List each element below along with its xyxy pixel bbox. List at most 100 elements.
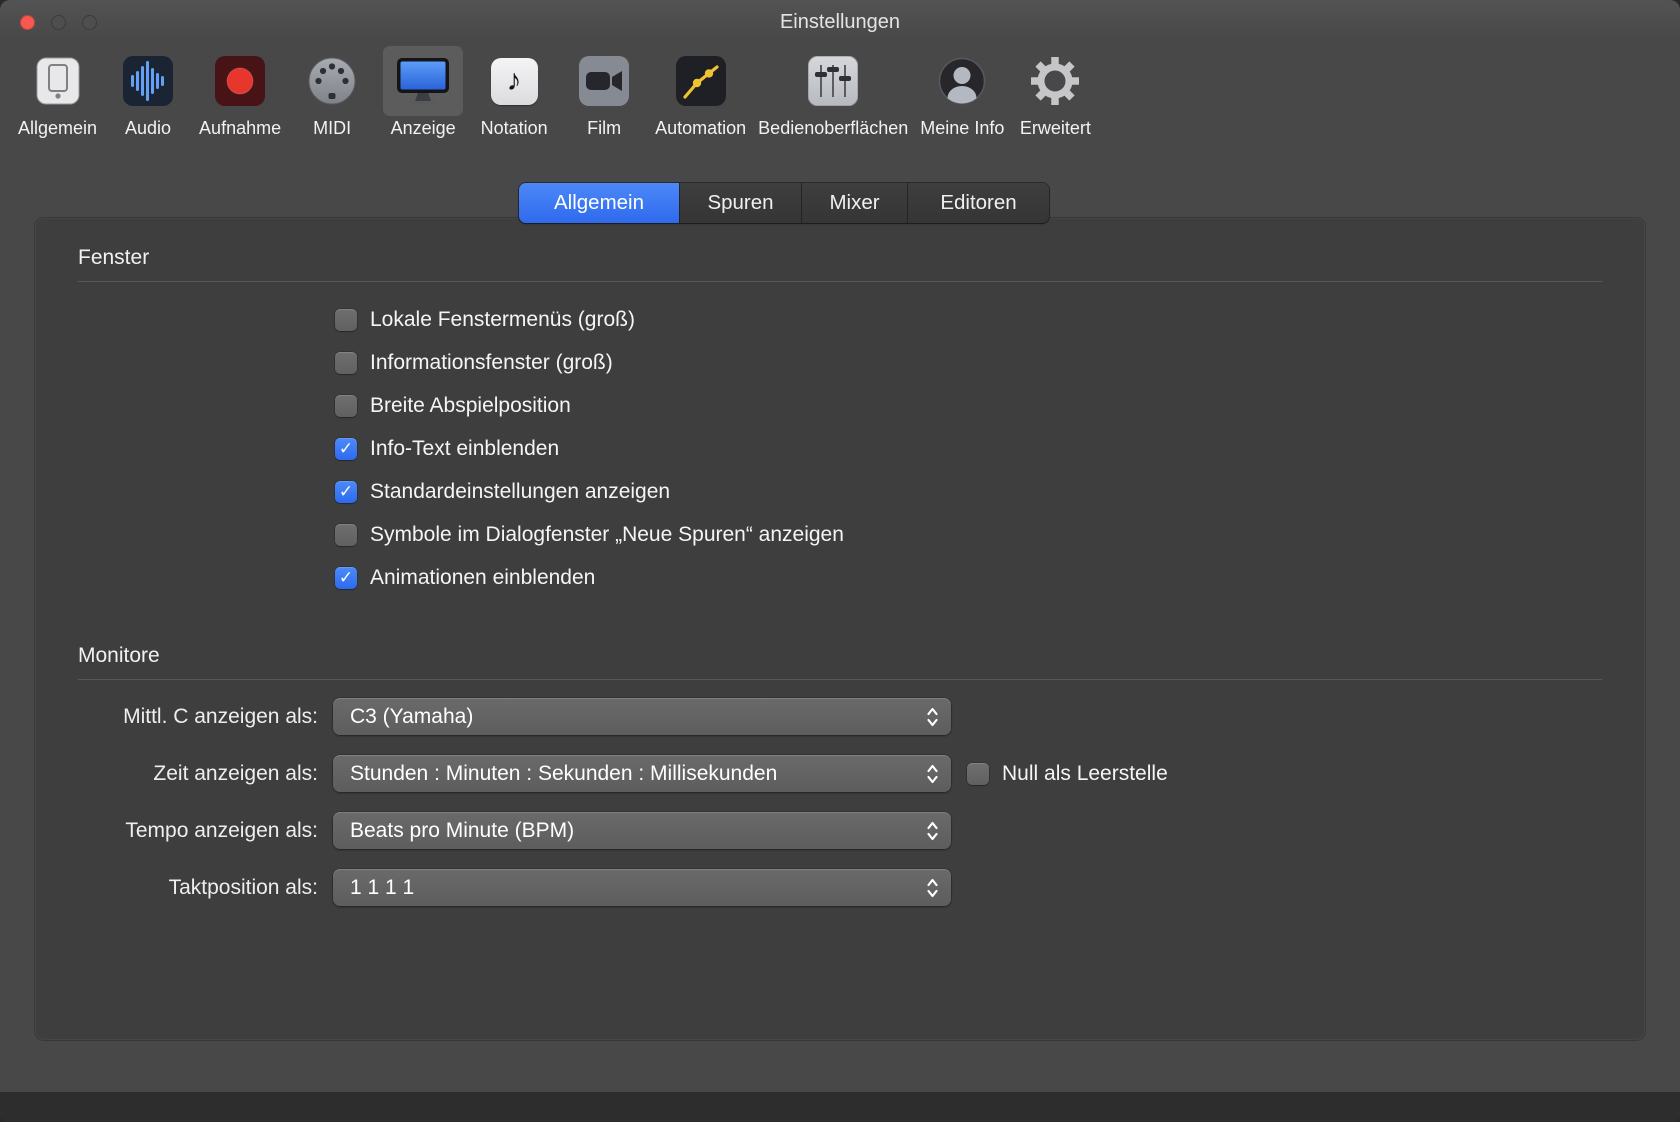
toolbar-item-label: Film bbox=[587, 118, 622, 138]
checkbox[interactable] bbox=[335, 395, 357, 417]
checkbox-label: Breite Abspielposition bbox=[370, 394, 571, 417]
checkbox[interactable] bbox=[335, 352, 357, 374]
toolbar-item-label: Aufnahme bbox=[199, 118, 282, 138]
display-icon bbox=[383, 46, 464, 116]
window-title: Einstellungen bbox=[779, 10, 901, 33]
checkbox[interactable] bbox=[335, 481, 357, 503]
tab-spuren[interactable]: Spuren bbox=[679, 183, 801, 223]
field-label: Mittl. C anzeigen als: bbox=[123, 704, 318, 728]
gear-icon bbox=[1016, 46, 1094, 116]
checkbox[interactable] bbox=[335, 438, 357, 460]
bar-position-popup[interactable]: 1 1 1 1 bbox=[333, 869, 951, 906]
row-bar-position: Taktposition als: 1 1 1 1 bbox=[78, 869, 1602, 906]
record-icon bbox=[201, 46, 279, 116]
music-note-glyph: ♪ bbox=[490, 57, 538, 105]
toolbar-item-label: Bedienoberflächen bbox=[758, 118, 909, 138]
updown-arrows-icon bbox=[921, 877, 943, 899]
popup-value: C3 (Yamaha) bbox=[350, 704, 474, 728]
toolbar-item-label: Anzeige bbox=[390, 118, 456, 138]
minimize-button[interactable] bbox=[51, 14, 66, 30]
toolbar-item-anzeige[interactable]: Anzeige bbox=[377, 46, 469, 139]
section-title: Monitore bbox=[78, 644, 160, 667]
toolbar-item-midi[interactable]: MIDI bbox=[287, 46, 377, 139]
checkbox-row-info-text[interactable]: Info-Text einblenden bbox=[335, 437, 1602, 461]
toolbar-item-label: Notation bbox=[480, 118, 548, 138]
toolbar-item-erweitert[interactable]: Erweitert bbox=[1010, 46, 1100, 139]
checkbox-label: Null als Leerstelle bbox=[1002, 761, 1168, 785]
toolbar-item-film[interactable]: Film bbox=[559, 46, 649, 139]
checkbox-row-informationsfenster[interactable]: Informationsfenster (groß) bbox=[335, 351, 1602, 375]
checkbox-row-animationen[interactable]: Animationen einblenden bbox=[335, 566, 1602, 590]
toolbar-item-label: MIDI bbox=[313, 118, 352, 138]
checkbox-row-lokale-fenstermenues[interactable]: Lokale Fenstermenüs (groß) bbox=[335, 308, 1602, 332]
checkbox-row-symbole-neue-spuren[interactable]: Symbole im Dialogfenster „Neue Spuren“ a… bbox=[335, 523, 1602, 547]
section-monitore: Monitore Mittl. C anzeigen als: C3 (Yama… bbox=[78, 644, 1602, 906]
faders-icon bbox=[794, 46, 872, 116]
checkbox[interactable] bbox=[967, 762, 989, 785]
popup-value: Beats pro Minute (BPM) bbox=[350, 818, 575, 842]
middle-c-popup[interactable]: C3 (Yamaha) bbox=[333, 698, 951, 735]
close-button[interactable] bbox=[20, 14, 35, 30]
field-label: Zeit anzeigen als: bbox=[153, 761, 318, 785]
toolbar-item-aufnahme[interactable]: Aufnahme bbox=[193, 46, 287, 139]
automation-curve-icon bbox=[662, 46, 740, 116]
toolbar-item-bedienoberflaechen[interactable]: Bedienoberflächen bbox=[752, 46, 914, 139]
checkbox[interactable] bbox=[335, 567, 357, 589]
toolbar-item-allgemein[interactable]: Allgemein bbox=[12, 46, 103, 139]
checkbox-label: Standardeinstellungen anzeigen bbox=[370, 480, 671, 503]
checkbox-label: Animationen einblenden bbox=[370, 566, 596, 589]
toolbar-item-label: Erweitert bbox=[1019, 118, 1091, 138]
tab-mixer[interactable]: Mixer bbox=[801, 183, 907, 223]
toolbar-item-audio[interactable]: Audio bbox=[103, 46, 193, 139]
toolbar-item-notation[interactable]: ♪ Notation bbox=[469, 46, 559, 139]
toolbar-item-label: Meine Info bbox=[920, 118, 1005, 138]
midi-connector-icon bbox=[293, 46, 371, 116]
checkbox[interactable] bbox=[335, 309, 357, 331]
checkbox-row-null-als-leerstelle[interactable]: Null als Leerstelle bbox=[967, 762, 1168, 786]
separator bbox=[78, 679, 1602, 680]
updown-arrows-icon bbox=[921, 763, 943, 785]
toolbar-item-meine-info[interactable]: Meine Info bbox=[914, 46, 1010, 139]
monitore-rows: Mittl. C anzeigen als: C3 (Yamaha) Zeit … bbox=[78, 698, 1602, 906]
titlebar: Einstellungen bbox=[0, 0, 1680, 44]
row-middle-c: Mittl. C anzeigen als: C3 (Yamaha) bbox=[78, 698, 1602, 735]
checkbox-label: Info-Text einblenden bbox=[370, 437, 560, 460]
popup-value: Stunden : Minuten : Sekunden : Milliseku… bbox=[350, 761, 778, 785]
tab-allgemein[interactable]: Allgemein bbox=[519, 183, 679, 223]
row-tempo-display: Tempo anzeigen als: Beats pro Minute (BP… bbox=[78, 812, 1602, 849]
separator bbox=[78, 281, 1602, 282]
zoom-button[interactable] bbox=[82, 14, 97, 30]
tab-editoren[interactable]: Editoren bbox=[907, 183, 1049, 223]
toolbar-item-automation[interactable]: Automation bbox=[649, 46, 752, 139]
field-label: Taktposition als: bbox=[168, 875, 318, 899]
checkbox-row-standardeinstellungen[interactable]: Standardeinstellungen anzeigen bbox=[335, 480, 1602, 504]
checkbox-label: Lokale Fenstermenüs (groß) bbox=[370, 308, 635, 331]
content-panel: Fenster Lokale Fenstermenüs (groß) Infor… bbox=[35, 218, 1645, 1040]
tabbar: Allgemein Spuren Mixer Editoren bbox=[519, 183, 1049, 223]
device-icon bbox=[19, 46, 97, 116]
row-time-display: Zeit anzeigen als: Stunden : Minuten : S… bbox=[78, 755, 1602, 792]
section-fenster: Fenster Lokale Fenstermenüs (groß) Infor… bbox=[78, 246, 1602, 590]
checkbox-label: Informationsfenster (groß) bbox=[370, 351, 613, 374]
music-note-icon: ♪ bbox=[475, 46, 553, 116]
section-title: Fenster bbox=[78, 246, 150, 269]
tempo-display-popup[interactable]: Beats pro Minute (BPM) bbox=[333, 812, 951, 849]
fenster-checkbox-list: Lokale Fenstermenüs (groß) Informationsf… bbox=[335, 308, 1602, 590]
window-bottom-bar bbox=[0, 1092, 1680, 1122]
checkbox-row-breite-abspielposition[interactable]: Breite Abspielposition bbox=[335, 394, 1602, 418]
updown-arrows-icon bbox=[921, 706, 943, 728]
toolbar-item-label: Audio bbox=[125, 118, 172, 138]
settings-window: Einstellungen Allgemein Audio Aufnahme M… bbox=[0, 0, 1680, 1122]
user-icon bbox=[923, 46, 1001, 116]
toolbar: Allgemein Audio Aufnahme MIDI Anzeige ♪ … bbox=[0, 44, 1680, 154]
field-label: Tempo anzeigen als: bbox=[125, 818, 318, 842]
traffic-lights bbox=[20, 0, 97, 44]
toolbar-item-label: Allgemein bbox=[18, 118, 98, 138]
audio-waveform-icon bbox=[109, 46, 187, 116]
checkbox-label: Symbole im Dialogfenster „Neue Spuren“ a… bbox=[370, 523, 844, 546]
updown-arrows-icon bbox=[921, 820, 943, 842]
checkbox[interactable] bbox=[335, 524, 357, 546]
video-camera-icon bbox=[565, 46, 643, 116]
popup-value: 1 1 1 1 bbox=[350, 875, 415, 899]
time-display-popup[interactable]: Stunden : Minuten : Sekunden : Milliseku… bbox=[333, 755, 951, 792]
